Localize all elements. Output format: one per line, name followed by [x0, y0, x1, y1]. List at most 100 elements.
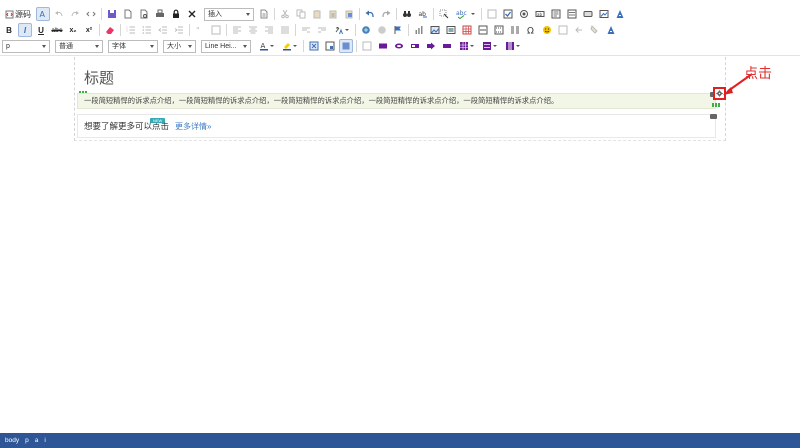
- align-justify-button[interactable]: [278, 23, 292, 37]
- radio-button[interactable]: [517, 7, 531, 21]
- anchor-button[interactable]: [391, 23, 405, 37]
- align-center-button[interactable]: [246, 23, 260, 37]
- path-item-i[interactable]: i: [44, 437, 45, 444]
- image-button-field[interactable]: [597, 7, 611, 21]
- paragraph-dropdown[interactable]: p: [2, 39, 50, 53]
- show-blocks-button[interactable]: [323, 39, 337, 53]
- clear-button[interactable]: [185, 7, 199, 21]
- table-button[interactable]: [460, 23, 474, 37]
- maximize-button[interactable]: [307, 39, 321, 53]
- iframe-button[interactable]: [556, 23, 570, 37]
- insert-dropdown[interactable]: 插入: [204, 7, 254, 21]
- code-button[interactable]: [84, 7, 98, 21]
- smiley-button-box[interactable]: [492, 23, 506, 37]
- form-button[interactable]: [485, 7, 499, 21]
- blockquote-button[interactable]: ": [193, 23, 207, 37]
- align-right-button[interactable]: [262, 23, 276, 37]
- ltr-button[interactable]: [299, 23, 313, 37]
- bold-button[interactable]: B: [2, 23, 16, 37]
- language-button[interactable]: [331, 23, 352, 37]
- page-title[interactable]: 标题: [84, 67, 114, 88]
- button-field-button[interactable]: [581, 7, 595, 21]
- save-button[interactable]: [105, 7, 119, 21]
- template-button[interactable]: [257, 7, 271, 21]
- form-icon: [487, 9, 497, 19]
- textfield-button[interactable]: ab: [533, 7, 547, 21]
- widget-list-button[interactable]: [479, 39, 500, 53]
- new-doc-button[interactable]: [121, 7, 135, 21]
- remove-format-button[interactable]: [103, 23, 117, 37]
- widget-button-4[interactable]: [424, 39, 438, 53]
- more-details-link[interactable]: 更多详情»: [175, 121, 211, 132]
- widget-button-5[interactable]: [440, 39, 454, 53]
- font-family-dropdown[interactable]: 字体: [108, 39, 158, 53]
- redo-button[interactable]: [379, 7, 393, 21]
- indent-button[interactable]: [172, 23, 186, 37]
- path-item-body[interactable]: body: [5, 437, 19, 444]
- widget-button-2[interactable]: [392, 39, 406, 53]
- paste-button[interactable]: [310, 7, 324, 21]
- intro-paragraph[interactable]: 一段简短精悍的诉求点介绍，一段简短精悍的诉求点介绍，一段简短精悍的诉求点介绍，一…: [77, 93, 716, 109]
- widget-button-1[interactable]: [376, 39, 390, 53]
- font-a-button[interactable]: [604, 23, 618, 37]
- checkbox-icon: [503, 9, 513, 19]
- about-button[interactable]: [360, 39, 374, 53]
- special-char-button[interactable]: Ω: [524, 23, 538, 37]
- columns-button[interactable]: [508, 23, 522, 37]
- spellcheck-button[interactable]: abc: [453, 7, 478, 21]
- outdent-button[interactable]: [156, 23, 170, 37]
- source-button[interactable]: 源码: [2, 7, 34, 21]
- style-dropdown[interactable]: 普通: [55, 39, 103, 53]
- widget-grid-button[interactable]: [456, 39, 477, 53]
- checkbox-button[interactable]: [501, 7, 515, 21]
- image-button[interactable]: [428, 23, 442, 37]
- superscript-button[interactable]: x²: [82, 23, 96, 37]
- smiley-button[interactable]: [540, 23, 554, 37]
- hr-button[interactable]: [476, 23, 490, 37]
- widget-columns-button[interactable]: [502, 39, 523, 53]
- bulleted-list-button[interactable]: [140, 23, 154, 37]
- widget-button-3[interactable]: [408, 39, 422, 53]
- more-info-paragraph[interactable]: 想要了解更多可以点击 更多详情» NEW: [77, 114, 716, 138]
- paste-word-button[interactable]: [342, 7, 356, 21]
- paste-text-button[interactable]: [326, 7, 340, 21]
- preview-button[interactable]: [137, 7, 151, 21]
- unlink-button[interactable]: [375, 23, 389, 37]
- print-button[interactable]: [153, 7, 167, 21]
- text-color-button[interactable]: A: [256, 39, 277, 53]
- highlight-button[interactable]: [588, 23, 602, 37]
- textarea-button[interactable]: [549, 7, 563, 21]
- toggle-toolbar-button[interactable]: [339, 39, 353, 53]
- select-all-button[interactable]: A: [36, 7, 50, 21]
- bg-color-button[interactable]: [279, 39, 300, 53]
- select-field-button[interactable]: [565, 7, 579, 21]
- font-style-button[interactable]: [613, 7, 627, 21]
- undo-button[interactable]: [363, 7, 377, 21]
- strike-button[interactable]: abc: [50, 23, 64, 37]
- numbered-list-button[interactable]: 12: [124, 23, 138, 37]
- align-left-button[interactable]: [230, 23, 244, 37]
- line-height-dropdown[interactable]: Line Hei...: [201, 39, 251, 53]
- path-item-p[interactable]: p: [25, 437, 29, 444]
- replace-button[interactable]: ab: [416, 7, 430, 21]
- path-item-a[interactable]: a: [35, 437, 39, 444]
- lock-button[interactable]: [169, 7, 183, 21]
- select-button[interactable]: [437, 7, 451, 21]
- undo-grey-button[interactable]: [52, 7, 66, 21]
- italic-button[interactable]: I: [18, 23, 32, 37]
- find-button[interactable]: [400, 7, 414, 21]
- subscript-button[interactable]: x₂: [66, 23, 80, 37]
- copy-button[interactable]: [294, 7, 308, 21]
- link-button[interactable]: [359, 23, 373, 37]
- back-arrow-button[interactable]: [572, 23, 586, 37]
- div-button[interactable]: [209, 23, 223, 37]
- rtl-button[interactable]: [315, 23, 329, 37]
- font-size-dropdown[interactable]: 大小: [163, 39, 196, 53]
- cut-button[interactable]: [278, 7, 292, 21]
- block-drag-handle-right[interactable]: [712, 103, 720, 107]
- editor-content-area[interactable]: 标题 一段简短精悍的诉求点介绍，一段简短精悍的诉求点介绍，一段简短精悍的诉求点介…: [0, 57, 800, 433]
- underline-button[interactable]: U: [34, 23, 48, 37]
- flash-button[interactable]: [444, 23, 458, 37]
- redo-grey-button[interactable]: [68, 7, 82, 21]
- chart-button[interactable]: [412, 23, 426, 37]
